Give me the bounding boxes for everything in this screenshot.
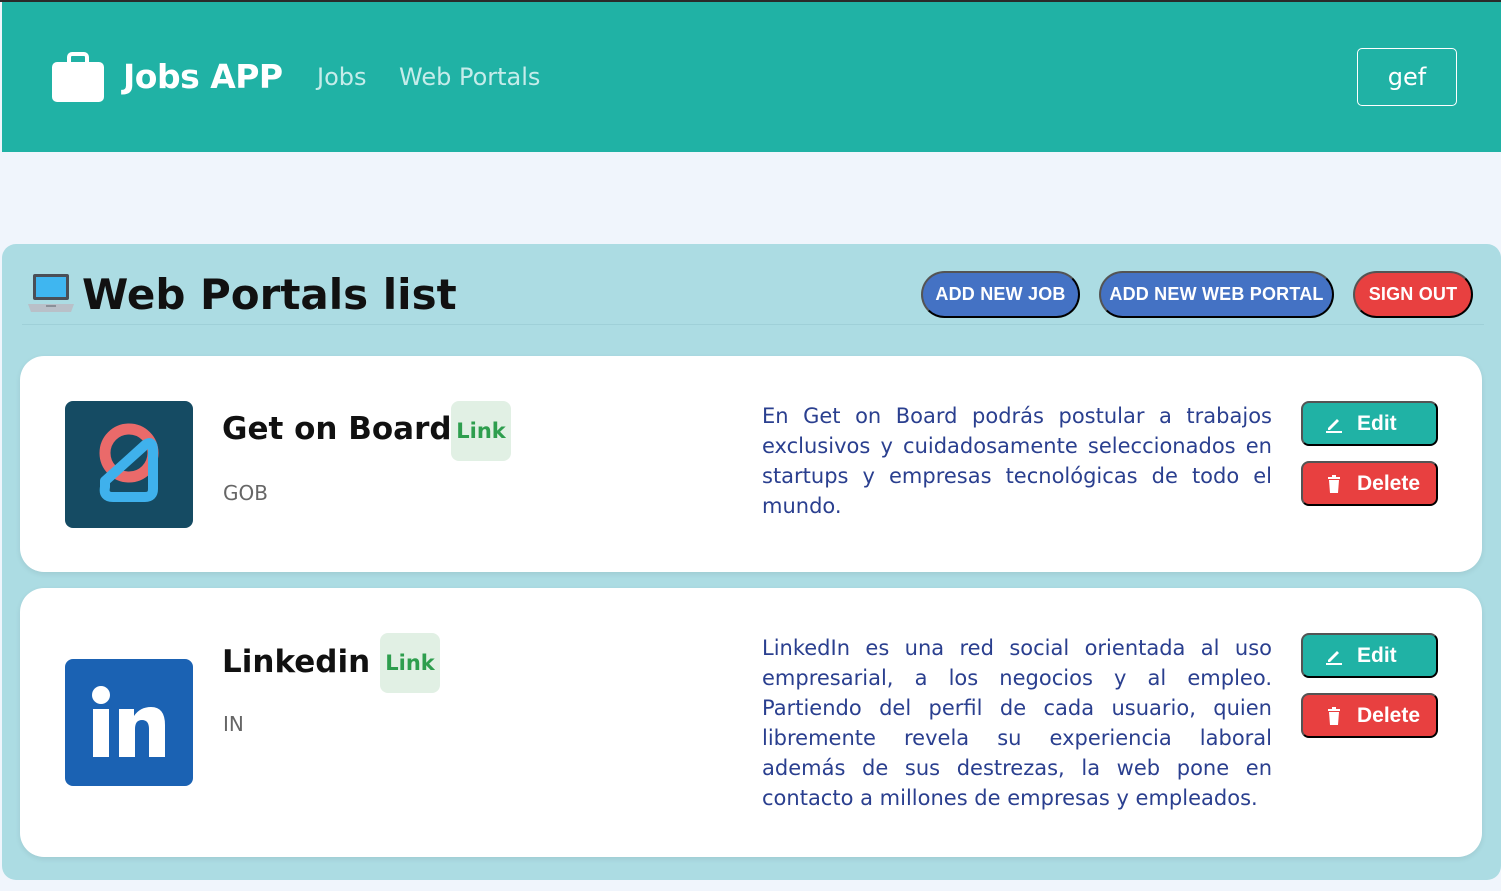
portal-link[interactable]: Link — [380, 633, 440, 693]
edit-label: Edit — [1357, 411, 1397, 435]
portal-name: Linkedin — [222, 644, 371, 680]
trash-icon — [1328, 474, 1340, 493]
delete-button[interactable]: Delete — [1301, 461, 1438, 506]
sign-out-button[interactable]: SIGN OUT — [1353, 271, 1473, 318]
add-new-web-portal-button[interactable]: ADD NEW WEB PORTAL — [1099, 271, 1334, 318]
portal-code: GOB — [223, 481, 268, 505]
nav-link-jobs[interactable]: Jobs — [317, 63, 367, 91]
portal-card: Get on Board GOB Link En Get on Board po… — [20, 356, 1482, 572]
delete-button[interactable]: Delete — [1301, 693, 1438, 738]
portal-description: LinkedIn es una red social orientada al … — [762, 636, 1272, 810]
trash-icon — [1328, 706, 1340, 725]
edit-button[interactable]: Edit — [1301, 633, 1438, 678]
portal-name: Get on Board — [222, 411, 452, 447]
portal-code: IN — [223, 712, 244, 736]
edit-label: Edit — [1357, 643, 1397, 667]
portal-card: Linkedin IN Link LinkedIn es una red soc… — [20, 588, 1482, 857]
briefcase-icon — [52, 52, 104, 102]
pencil-icon — [1326, 650, 1342, 665]
laptop-icon — [28, 274, 74, 312]
header-divider — [22, 324, 1484, 325]
linkedin-logo — [65, 659, 193, 786]
page-title: Web Portals list — [82, 270, 457, 319]
edit-button[interactable]: Edit — [1301, 401, 1438, 446]
getonboard-logo — [65, 401, 193, 528]
pencil-icon — [1326, 418, 1342, 433]
user-menu-button[interactable]: gef — [1357, 48, 1457, 106]
portal-description: En Get on Board podrás postular a trabaj… — [762, 404, 1272, 518]
delete-label: Delete — [1357, 471, 1421, 495]
nav-link-web-portals[interactable]: Web Portals — [399, 63, 540, 91]
portal-link[interactable]: Link — [451, 401, 511, 461]
navbar: Jobs APP Jobs Web Portals gef — [2, 2, 1501, 152]
add-new-job-button[interactable]: ADD NEW JOB — [921, 271, 1080, 318]
delete-label: Delete — [1357, 703, 1421, 727]
brand-title[interactable]: Jobs APP — [123, 57, 283, 96]
